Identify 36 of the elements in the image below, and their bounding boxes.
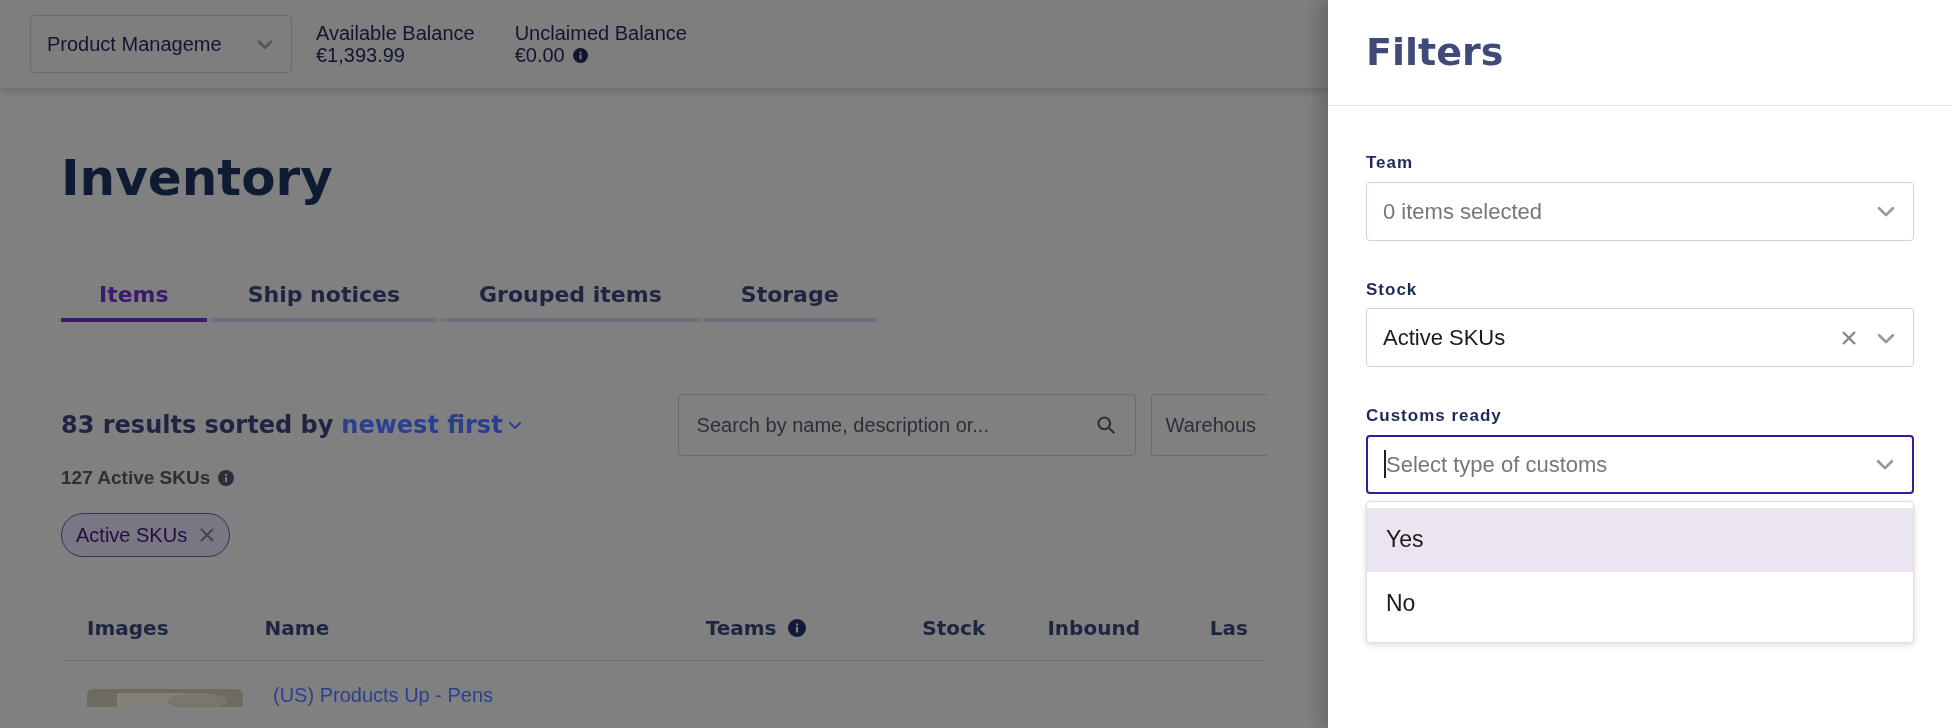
search-icon bbox=[1095, 415, 1116, 435]
field-label: Customs ready bbox=[1366, 405, 1503, 427]
filter-chip[interactable]: Active SKUs bbox=[61, 512, 231, 557]
column-header: Images bbox=[87, 615, 169, 642]
column-header: Teams bbox=[705, 615, 777, 642]
column-header: Stock bbox=[922, 615, 986, 642]
panel-title: Filters bbox=[1366, 29, 1504, 76]
tab[interactable]: Storage bbox=[702, 270, 877, 322]
select-field[interactable]: Active SKUs bbox=[1366, 308, 1914, 367]
balance-label: Available Balance bbox=[316, 22, 475, 44]
dropdown-option[interactable]: No bbox=[1367, 571, 1913, 636]
select-field[interactable]: Select type of customs bbox=[1366, 434, 1914, 494]
select-field[interactable]: 0 items selected bbox=[1366, 181, 1914, 241]
dropdown-option[interactable]: Yes bbox=[1367, 507, 1913, 572]
text-cursor bbox=[1384, 450, 1386, 478]
field-label: Team bbox=[1366, 152, 1415, 174]
column-header: Inbound bbox=[1047, 615, 1140, 642]
warehouse-select[interactable]: Warehous bbox=[1150, 394, 1267, 456]
tab[interactable]: Ship notices bbox=[209, 270, 438, 322]
close-icon[interactable] bbox=[199, 526, 216, 543]
clear-icon[interactable] bbox=[1841, 329, 1857, 346]
balance-value: €0.00 bbox=[514, 44, 565, 66]
balance-label: Unclaimed Balance bbox=[514, 22, 687, 44]
column-header: Name bbox=[264, 615, 330, 642]
field-label: Stock bbox=[1366, 278, 1419, 301]
search-field[interactable]: Search by name, description or... bbox=[677, 394, 1136, 456]
account-select[interactable]: Product Manageme bbox=[30, 15, 292, 73]
sort-dropdown[interactable]: newest first bbox=[341, 407, 523, 443]
column-header: Las bbox=[1209, 615, 1248, 642]
balance-value: €1,393.99 bbox=[316, 44, 405, 66]
tab[interactable]: Items bbox=[61, 270, 207, 322]
page-title: Inventory bbox=[61, 148, 334, 208]
tab[interactable]: Grouped items bbox=[441, 270, 700, 322]
results-summary: 83 results sorted by bbox=[61, 410, 334, 441]
active-skus-count: 127 Active SKUs bbox=[61, 466, 211, 490]
item-name-link[interactable]: (US) Products Up - Pens bbox=[273, 682, 494, 707]
